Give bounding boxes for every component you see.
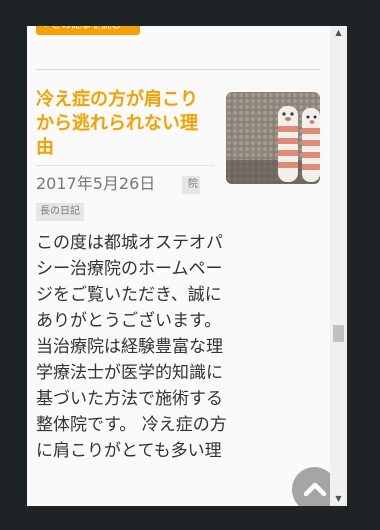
socks-photo	[226, 92, 320, 184]
category-tag-continued[interactable]: 長の日記	[36, 203, 84, 221]
article-thumbnail[interactable]	[226, 92, 320, 184]
read-more-button[interactable]: › この記事を読む	[36, 26, 140, 35]
page-viewport: › この記事を読む 冷え症の方が肩こりから逃れられない理由	[27, 26, 347, 506]
article-divider	[36, 69, 321, 70]
category-tag[interactable]: 院	[182, 176, 200, 194]
scroll-down-arrow-icon[interactable]: ▼	[330, 492, 347, 506]
post-date: 2017年5月26日	[36, 174, 156, 193]
chevron-up-icon	[303, 482, 327, 497]
vertical-scrollbar[interactable]: ▲ ▼	[330, 26, 347, 506]
article-excerpt: この度は都城オステオパシー治療院のホームページをご覧いただき、誠にありがとうござ…	[36, 233, 227, 461]
title-underline	[36, 165, 214, 166]
scroll-up-arrow-icon[interactable]: ▲	[330, 26, 347, 40]
article-title[interactable]: 冷え症の方が肩こりから逃れられない理由	[36, 88, 214, 160]
scrollbar-thumb[interactable]	[333, 325, 344, 342]
